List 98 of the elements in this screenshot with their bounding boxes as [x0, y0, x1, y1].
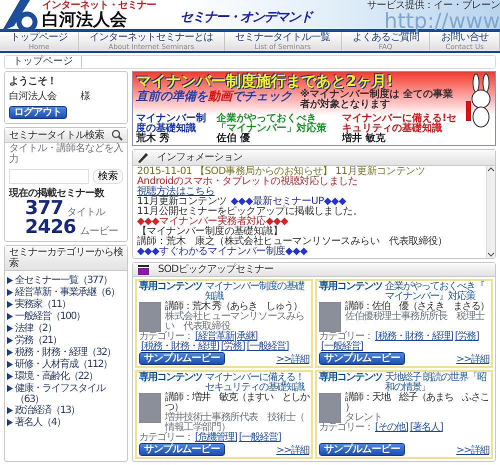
course-title: マイナンバーに備える!セキュリティの基礎知識 [342, 114, 458, 134]
category-link[interactable]: 健康・ライフスタイル（63） [15, 383, 125, 405]
count-unit: タイトル [67, 207, 106, 218]
category-link[interactable]: 研修・人材育成（112） [15, 359, 112, 370]
category-label: カテゴリー： [139, 432, 193, 443]
tag-link[interactable]: [税務・財務・経理] [375, 331, 453, 342]
tag-link[interactable]: [危機管理] [195, 432, 237, 443]
sample-movie-button[interactable]: サンプルムービー [319, 352, 405, 365]
instructor-text: 講師：天地 総子（あまち ふさこ） [345, 393, 489, 413]
affiliation-text: 佐伯優税理士事務所所長 税理士 [345, 312, 486, 322]
tag-link[interactable]: [労務] [454, 331, 479, 342]
category-label: カテゴリー： [139, 331, 193, 342]
tag-link[interactable]: [労務] [220, 341, 245, 352]
tag-link[interactable]: [一般経営] [246, 341, 288, 352]
breadcrumb-link[interactable]: トップページ [5, 56, 82, 68]
tag-link[interactable]: [その他] [375, 422, 408, 433]
category-link[interactable]: 実務家（11） [15, 299, 71, 310]
panel-title: セミナータイトル検索 [9, 130, 104, 140]
detail-link[interactable]: >>詳細 [276, 446, 309, 456]
lecturer-name: 荒木 秀 [136, 134, 170, 144]
course-title: 企業がやっておくべき「マイナンバー」対応策 [216, 114, 328, 134]
category-label: カテゴリー： [319, 331, 373, 342]
greeting-text: ようこそ！ [9, 76, 58, 87]
lecturer-name: 佐伯 優 [216, 134, 252, 144]
seminar-title-link[interactable]: 天地総子 朗読の世界「昭和の情景」 [385, 373, 489, 393]
category-link[interactable]: 税務・財務・経理（32） [15, 347, 116, 358]
info-line: 2015-11-01 【SOD事務局からのお知らせ】 11月更新コンテンツ [137, 167, 426, 177]
count-number: 2426 [25, 218, 76, 237]
category-link[interactable]: 環境・高齢化（22） [15, 371, 98, 382]
category-link[interactable]: 経営革新・事業承継（6） [15, 287, 120, 298]
info-line: 【マイナンバー制度の基礎知識】 [137, 227, 284, 237]
lecturer-name: 増井 敏克 [342, 134, 386, 144]
info-line: ◆◆◆すぐわかるマイナンバー制度◆◆◆ [137, 247, 308, 257]
count-unit: ムービー [80, 226, 118, 237]
instructor-text: 講師：佐伯 優（さえき まさる） [345, 302, 489, 312]
info-link[interactable]: 視聴方法はこちら [137, 186, 215, 197]
honorific-text: 様 [80, 91, 90, 102]
info-line: Androidのスマホ・タブレットの視聴対応しました [137, 177, 359, 187]
tagline: インターネット・セミナー [42, 0, 156, 10]
detail-link[interactable]: >>詳細 [276, 355, 309, 365]
service-title: セミナー・オンデマンド [180, 10, 312, 25]
category-link[interactable]: 一般経営（100） [15, 311, 86, 322]
photo-placeholder [139, 302, 161, 332]
count-heading: 現在の掲載セミナー数 [9, 188, 106, 199]
course-title: マイナンバー制度の基礎知識 [136, 114, 207, 134]
tag-link[interactable]: [著名人] [410, 422, 443, 433]
instructor-text: 講師：増井 敏克（ますい としかつ） [165, 393, 309, 413]
clapperboard-icon [137, 264, 150, 275]
info-line: 11月更新コンテンツ ◆◆◆最新セミナーUP◆◆◆ [137, 197, 346, 207]
search-field[interactable] [9, 169, 89, 184]
panel-title: SODピックアップセミナー [158, 264, 274, 275]
category-link[interactable]: 政治経済（13） [15, 405, 80, 416]
photo-placeholder [319, 302, 341, 332]
scrollbar[interactable] [486, 166, 495, 258]
instructor-text: 講師：荒木 秀（あらき しゅう） [165, 302, 302, 312]
info-line: 11月公開セミナーをピックアップに掲載しました。 [137, 207, 364, 217]
content-label: 専用コンテンツ [139, 373, 202, 385]
panel-title: インフォメーション [157, 152, 242, 163]
banner-note: ※マイナンバー制度は 全ての事業者が対象となります [300, 90, 454, 110]
content-label: 専用コンテンツ [139, 282, 202, 294]
photo-placeholder [319, 393, 341, 423]
provider-text: サービス提供：イー・ブレーン [367, 0, 500, 11]
pencil-icon [137, 151, 149, 164]
search-icon [111, 129, 123, 141]
category-link[interactable]: 労務（21） [15, 335, 62, 346]
category-link[interactable]: 全セミナー一覧（377） [15, 275, 112, 286]
tag-link[interactable]: [一般経営] [321, 341, 363, 352]
content-label: 専用コンテンツ [319, 282, 382, 294]
detail-link[interactable]: >>詳細 [456, 446, 489, 456]
seminar-title-link[interactable]: 企業がやっておくべき『マイナンバー』対応策 [385, 282, 489, 302]
category-label: カテゴリー： [319, 422, 373, 433]
tag-link[interactable]: [税務・財務・経理] [141, 341, 219, 352]
content-label: 専用コンテンツ [319, 373, 382, 385]
info-line: 講師：荒木 康之（株式会社ヒューマンリソースみらい 代表取締役） [137, 237, 448, 247]
affiliation-text: 株式会社ヒューマンリソースみらい 代表取締役 [165, 312, 306, 332]
seminar-title-link[interactable]: マイナンバー制度の基礎知識 [205, 282, 309, 302]
logout-button[interactable]: ログアウト [9, 106, 66, 119]
org-name: 白河法人会 [42, 10, 128, 30]
affiliation-text: 増井技術士事務所代表 技術士（情報工学部門） [165, 413, 306, 433]
affiliation-text: タレント [345, 413, 382, 423]
category-link[interactable]: 法律（2） [15, 323, 56, 334]
search-button[interactable]: 検索 [93, 169, 123, 184]
banner-subtitle: 直前の準備を動画でチェック [136, 90, 292, 103]
tag-link[interactable]: [経営革新|承継] [195, 331, 258, 342]
sample-movie-button[interactable]: サンプルムービー [139, 443, 225, 456]
tag-link[interactable]: [一般経営] [238, 432, 281, 443]
info-line: ◆◆◆マイナンバー実務者対応◆◆◆ [137, 217, 290, 227]
seminar-title-link[interactable]: マイナンバーに備える！セキュリティの基礎知識 [205, 373, 309, 393]
count-number: 377 [25, 199, 64, 218]
search-label: タイトル・講師名などを入力 [9, 143, 123, 165]
detail-link[interactable]: >>詳細 [456, 355, 489, 365]
sample-movie-button[interactable]: サンプルムービー [139, 352, 225, 365]
panel-title: セミナーカテゴリーから検索 [9, 247, 123, 269]
user-name: 白河法人会 [9, 91, 56, 102]
sample-movie-button[interactable]: サンプルムービー [319, 443, 405, 456]
photo-placeholder [139, 393, 161, 423]
decor-text: http://www [384, 11, 500, 32]
category-link[interactable]: 著名人（4） [15, 417, 66, 428]
